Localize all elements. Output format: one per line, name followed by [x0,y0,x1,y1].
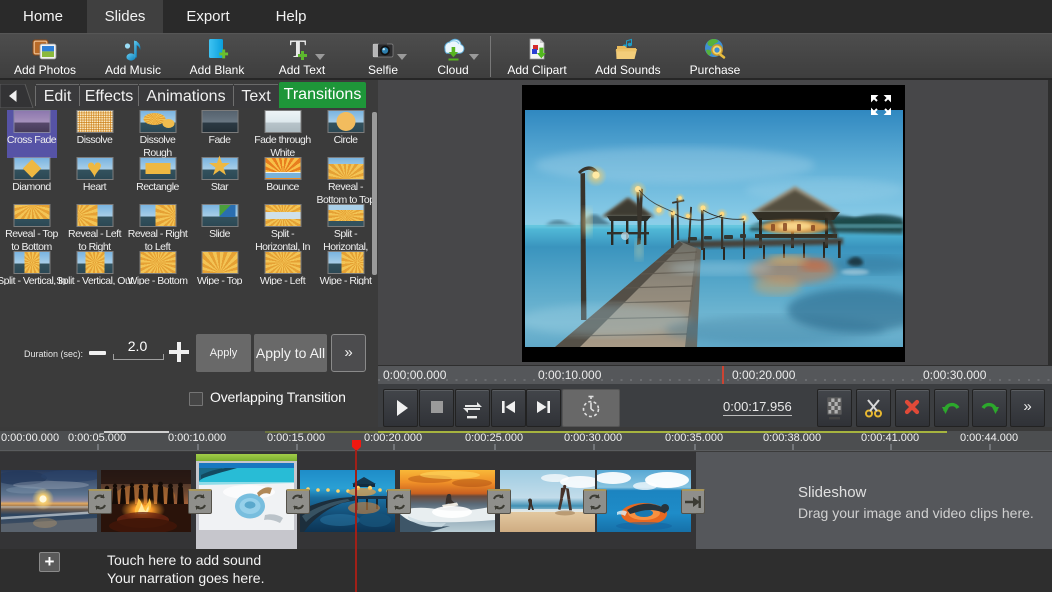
svg-text:T: T [290,37,307,63]
